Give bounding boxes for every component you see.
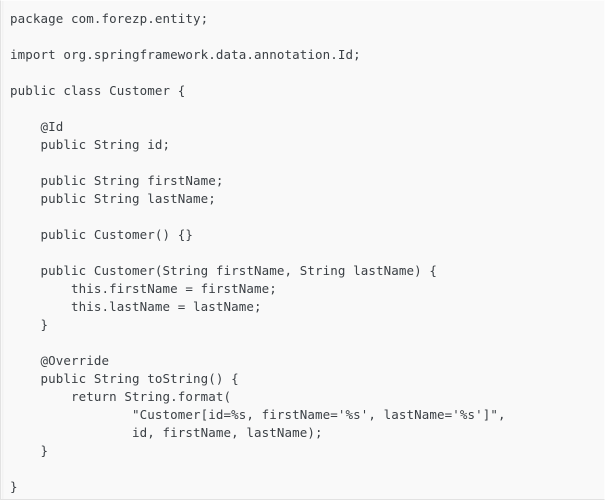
- java-source-code[interactable]: package com.forezp.entity; import org.sp…: [10, 10, 604, 496]
- code-line: }: [10, 443, 49, 458]
- code-line: @Override: [10, 353, 110, 368]
- code-line: public Customer(String firstName, String…: [10, 263, 438, 278]
- code-line: public String firstName;: [10, 173, 224, 188]
- code-line: this.lastName = lastName;: [10, 299, 262, 314]
- code-line: "Customer[id=%s, firstName='%s', lastNam…: [10, 407, 506, 422]
- code-snippet-panel: package com.forezp.entity; import org.sp…: [0, 0, 605, 500]
- code-line: public String toString() {: [10, 371, 239, 386]
- code-line: }: [10, 317, 49, 332]
- code-line: public class Customer {: [10, 83, 186, 98]
- code-line: this.firstName = firstName;: [10, 281, 277, 296]
- code-line: import org.springframework.data.annotati…: [10, 47, 361, 62]
- code-line: return String.format(: [10, 389, 232, 404]
- code-line: public String id;: [10, 137, 171, 152]
- code-line: id, firstName, lastName);: [10, 425, 323, 440]
- code-line: public Customer() {}: [10, 227, 194, 242]
- code-line: }: [10, 479, 18, 494]
- code-line: public String lastName;: [10, 191, 216, 206]
- code-line: package com.forezp.entity;: [10, 11, 209, 26]
- code-line: @Id: [10, 119, 64, 134]
